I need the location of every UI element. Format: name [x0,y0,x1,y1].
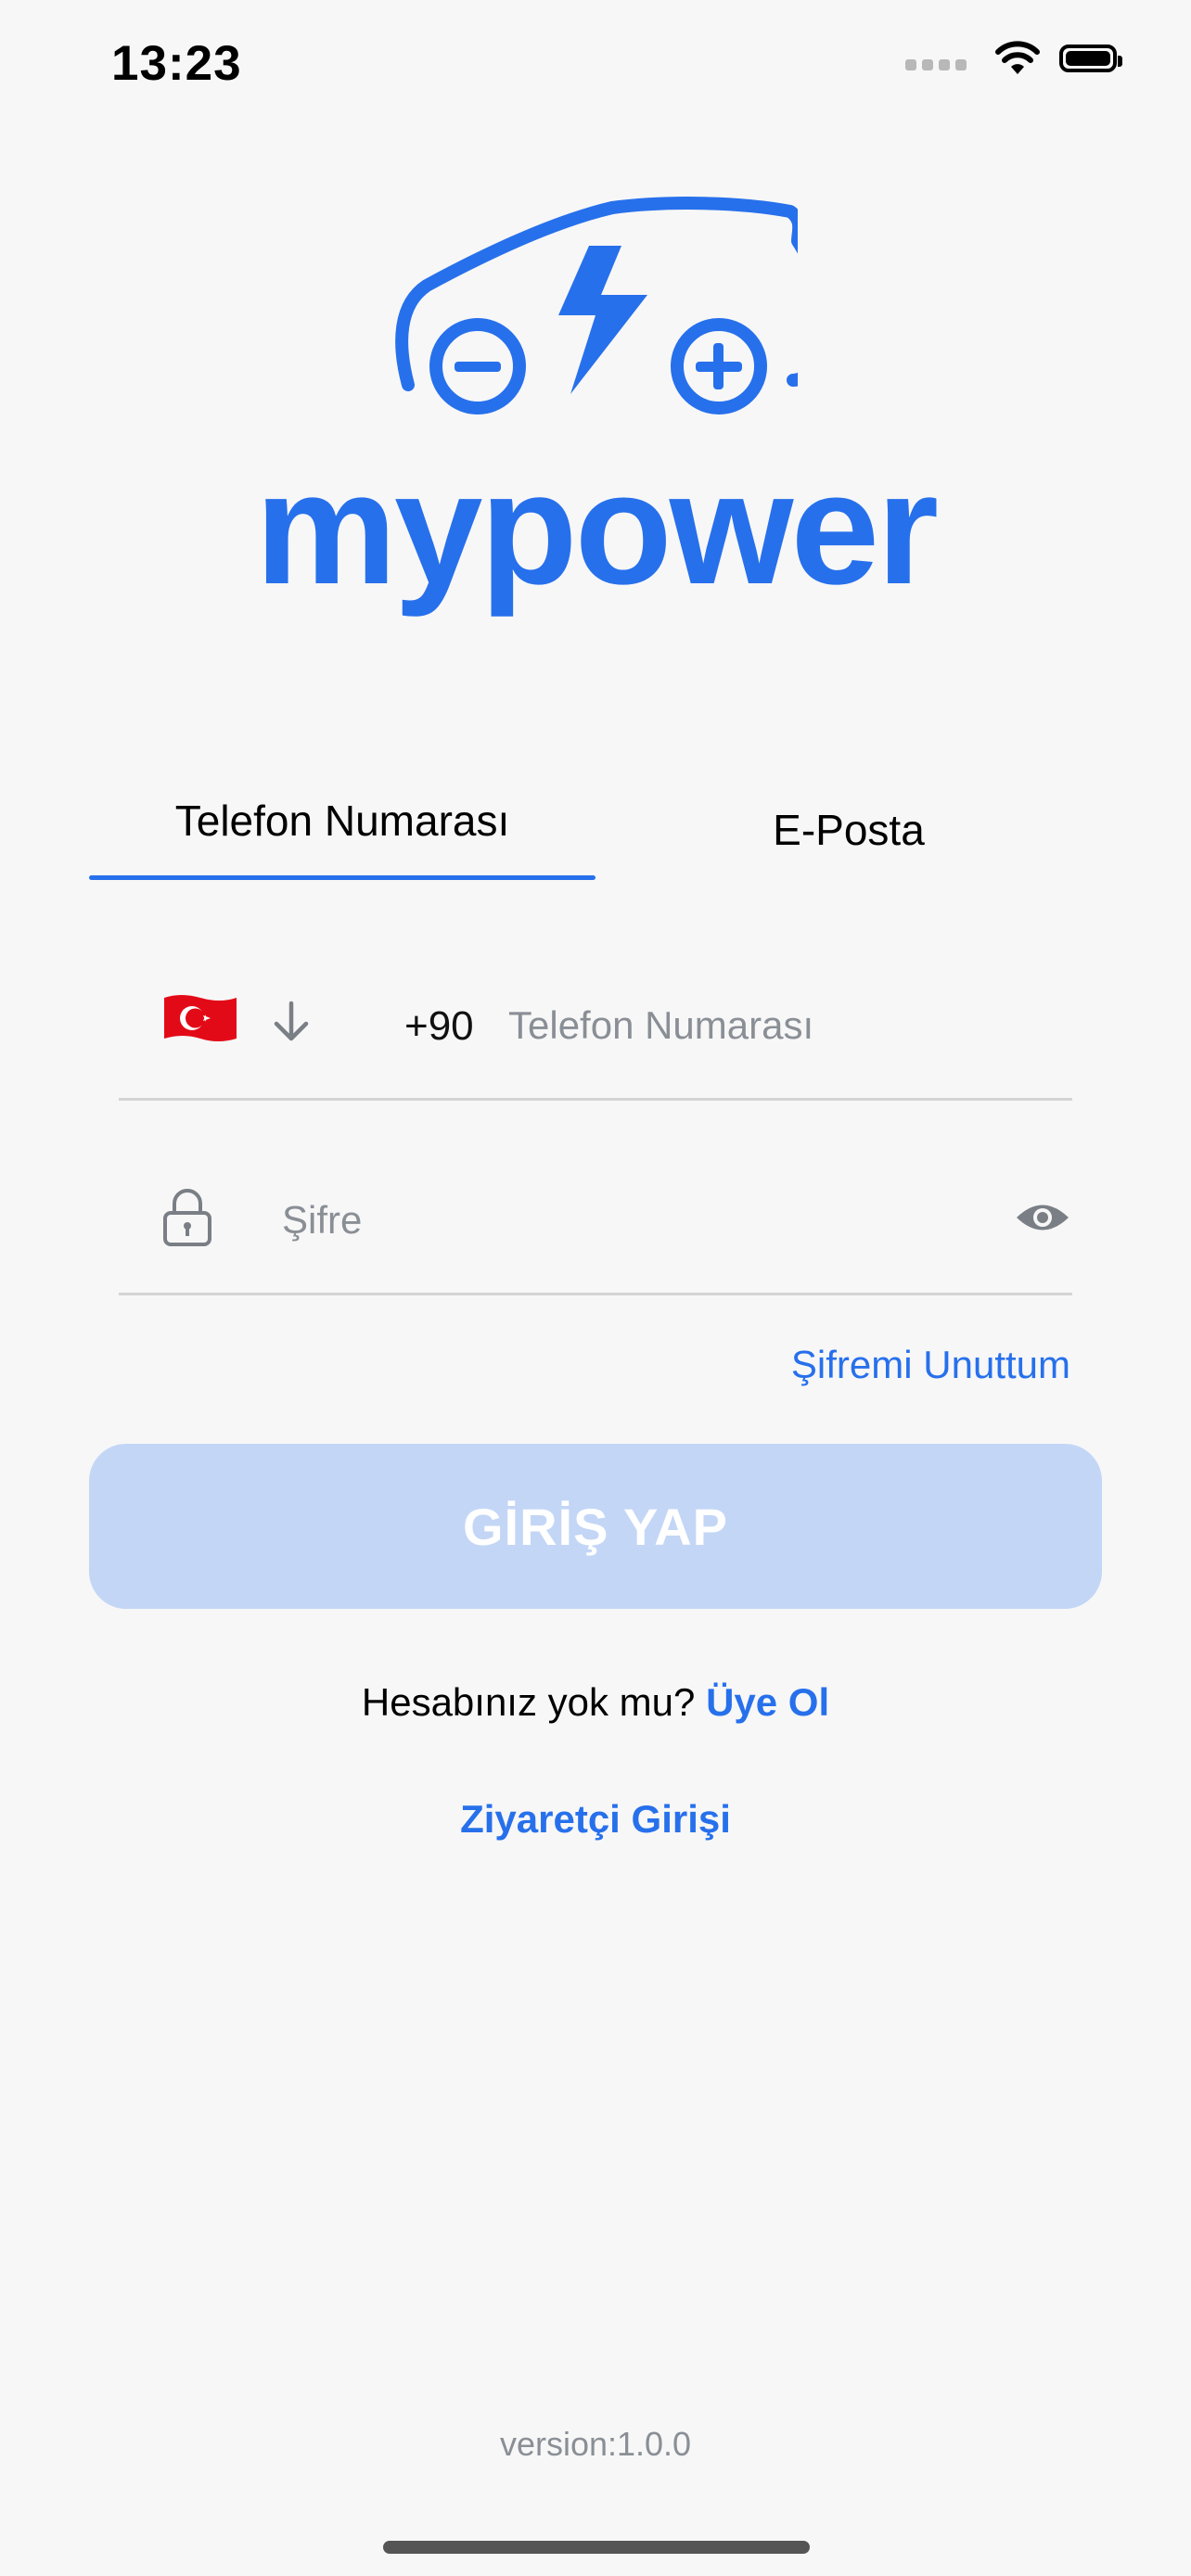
active-tab-indicator [89,875,596,880]
signup-row: Hesabınız yok mu? Üye Ol [0,1680,1191,1725]
status-icons [905,41,1122,76]
password-field-divider [119,1293,1072,1295]
wifi-icon [995,41,1040,74]
login-button[interactable]: GİRİŞ YAP [89,1444,1102,1609]
signal-icon [905,59,967,70]
tab-phone-number[interactable]: Telefon Numarası [89,796,596,846]
home-indicator[interactable] [383,2541,810,2554]
car-logo-icon [395,197,798,414]
phone-field-divider [119,1098,1072,1101]
eye-icon[interactable] [1015,1198,1070,1237]
chevron-down-icon[interactable] [271,1000,312,1044]
tab-email[interactable]: E-Posta [596,805,1102,855]
signup-prompt: Hesabınız yok mu? [361,1680,696,1724]
dial-code: +90 [404,1003,474,1049]
battery-icon [1059,45,1122,72]
status-time: 13:23 [111,36,242,91]
forgot-password-link[interactable]: Şifremi Unuttum [791,1343,1070,1387]
lock-icon [163,1189,211,1246]
version-label: version:1.0.0 [499,2425,692,2463]
guest-login-link[interactable]: Ziyaretçi Girişi [0,1797,1191,1842]
phone-number-input[interactable]: Telefon Numarası [508,1003,813,1048]
password-input[interactable]: Şifre [282,1198,362,1243]
flag-turkey-icon[interactable] [162,990,238,1046]
signup-link[interactable]: Üye Ol [706,1680,829,1724]
brand-logo-text: mypower [254,440,939,618]
